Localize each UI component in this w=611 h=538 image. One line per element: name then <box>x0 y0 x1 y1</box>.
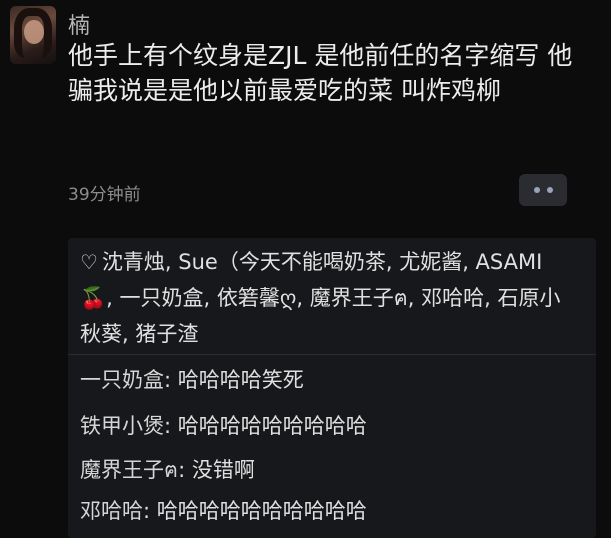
reply-text: 没错啊 <box>191 458 255 482</box>
reply-text: 哈哈哈哈笑死 <box>177 368 304 392</box>
reply-separator: : <box>164 414 178 438</box>
more-dots-icon <box>546 187 553 193</box>
reply-panel: ♡ 沈青烛, Sue（今天不能喝奶茶, 尤妮酱, ASAMI🍒, 一只奶盒, 依箬… <box>68 238 596 538</box>
reply-item[interactable]: 一只奶盒: 哈哈哈哈笑死 <box>80 364 304 394</box>
likes-text: 沈青烛, Sue（今天不能喝奶茶, 尤妮酱, ASAMI🍒, 一只奶盒, 依箬馨… <box>80 250 561 346</box>
divider <box>68 354 596 355</box>
reply-separator: : <box>164 368 178 392</box>
reply-author[interactable]: 铁甲小煲 <box>80 414 164 438</box>
comment-username[interactable]: 楠 <box>68 8 90 40</box>
heart-icon[interactable]: ♡ <box>80 244 98 280</box>
reply-item[interactable]: 魔界王子ฅ: 没错啊 <box>80 454 255 487</box>
reply-separator: : <box>178 458 192 482</box>
reply-item[interactable]: 铁甲小煲: 哈哈哈哈哈哈哈哈哈 <box>80 410 367 440</box>
comment-text: 他手上有个纹身是ZJL 是他前任的名字缩写 他骗我说是是他以前最爱吃的菜 叫炸鸡… <box>68 41 573 105</box>
likes-list[interactable]: ♡ 沈青烛, Sue（今天不能喝奶茶, 尤妮酱, ASAMI🍒, 一只奶盒, 依箬… <box>80 244 570 352</box>
reply-item[interactable]: 邓哈哈: 哈哈哈哈哈哈哈哈哈哈 <box>80 495 367 525</box>
reply-text: 哈哈哈哈哈哈哈哈哈哈 <box>156 499 367 523</box>
more-dots-icon <box>533 187 540 193</box>
reply-text: 哈哈哈哈哈哈哈哈哈 <box>177 414 367 438</box>
avatar-face <box>24 20 44 44</box>
more-options-button[interactable] <box>519 174 567 206</box>
comment-timestamp: 39分钟前 <box>68 185 141 205</box>
reply-author[interactable]: 魔界王子ฅ <box>80 458 178 482</box>
reply-separator: : <box>143 499 157 523</box>
reply-author[interactable]: 邓哈哈 <box>80 499 143 523</box>
avatar[interactable] <box>10 6 56 64</box>
reply-author[interactable]: 一只奶盒 <box>80 368 164 392</box>
